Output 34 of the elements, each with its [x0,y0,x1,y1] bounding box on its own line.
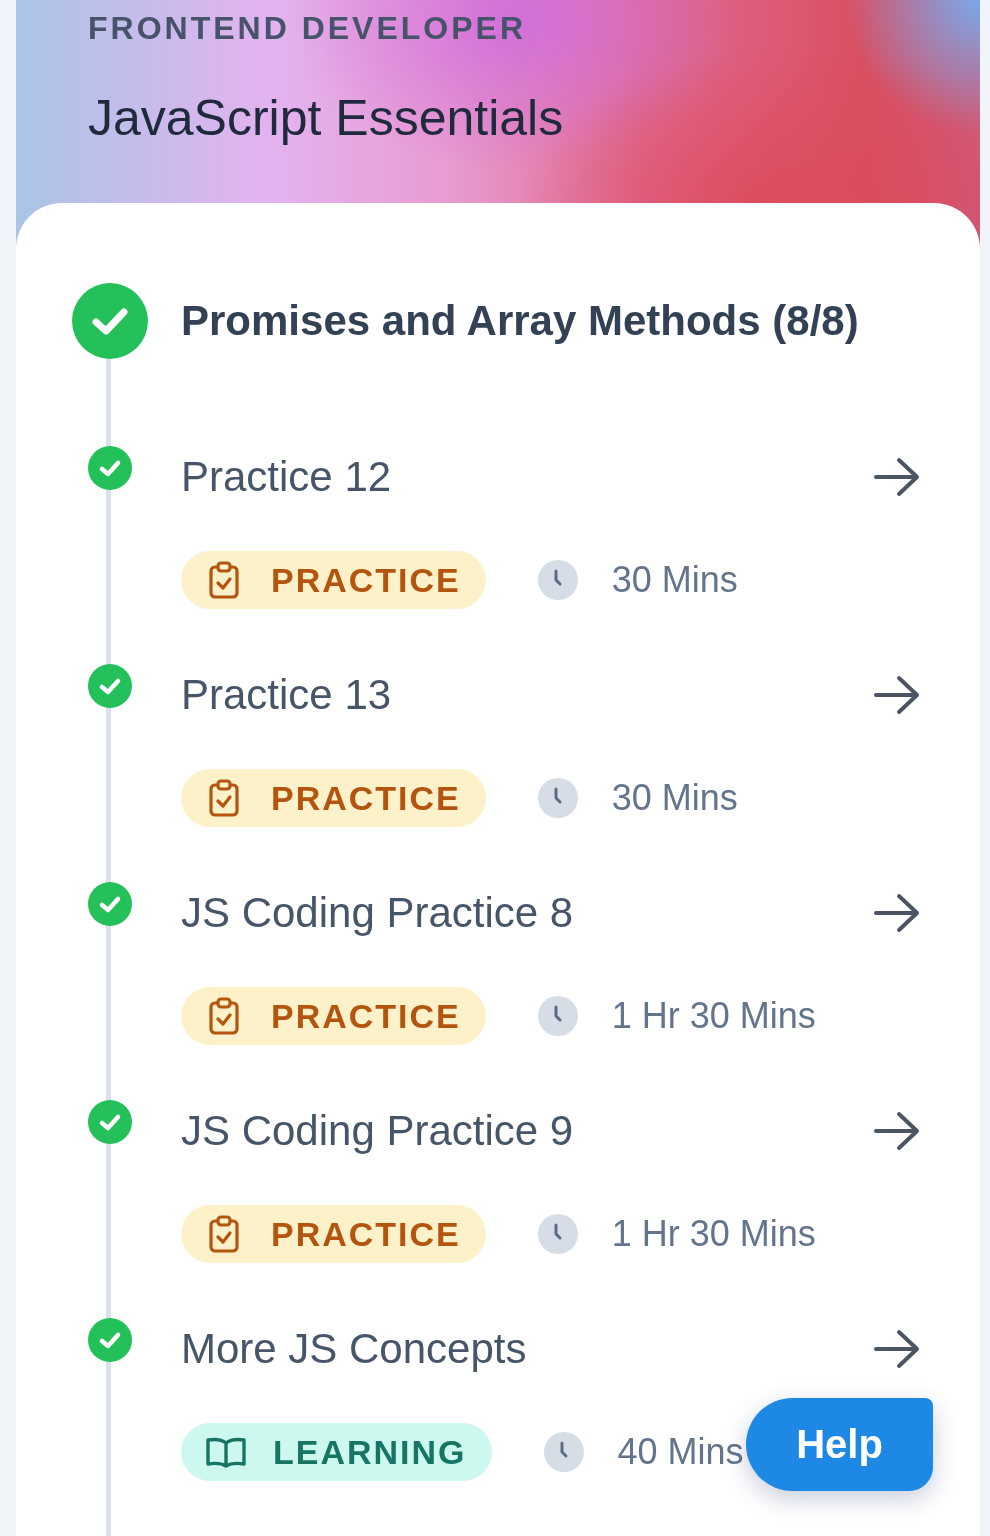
arrow-right-icon[interactable] [873,675,921,715]
item-title: More JS Concepts [181,1325,528,1373]
clock-icon [543,1432,584,1472]
clock-icon [537,1214,578,1254]
duration-text: 30 Mins [611,777,738,819]
clock-icon [537,996,578,1036]
clipboard-check-icon [209,561,239,599]
clipboard-check-icon [209,997,239,1035]
type-tag: PRACTICE [181,551,486,609]
clipboard-check-icon [209,1215,239,1253]
arrow-right-icon[interactable] [873,457,921,497]
module-title: Promises and Array Methods (8/8) [181,297,859,345]
item-title: JS Coding Practice 9 [181,1107,575,1155]
item-title: JS Coding Practice 8 [181,889,575,937]
duration-text: 30 Mins [611,559,738,601]
clock-icon [537,560,578,600]
type-tag: PRACTICE [181,769,486,827]
track-label: FRONTEND DEVELOPER [88,9,528,48]
help-button[interactable]: Help [746,1398,933,1491]
arrow-right-icon[interactable] [873,1111,921,1151]
type-tag: LEARNING [181,1423,492,1481]
duration-text: 1 Hr 30 Mins [611,995,816,1037]
item-title: Practice 13 [181,671,393,719]
item-title: Practice 12 [181,453,393,501]
clock-icon [537,778,578,818]
course-title: JavaScript Essentials [88,89,565,148]
arrow-right-icon[interactable] [873,1329,921,1369]
type-tag: PRACTICE [181,1205,486,1263]
open-book-icon [205,1436,247,1468]
arrow-right-icon[interactable] [873,893,921,933]
clipboard-check-icon [209,779,239,817]
type-tag: PRACTICE [181,987,486,1045]
duration-text: 1 Hr 30 Mins [611,1213,816,1255]
duration-text: 40 Mins [617,1431,744,1473]
